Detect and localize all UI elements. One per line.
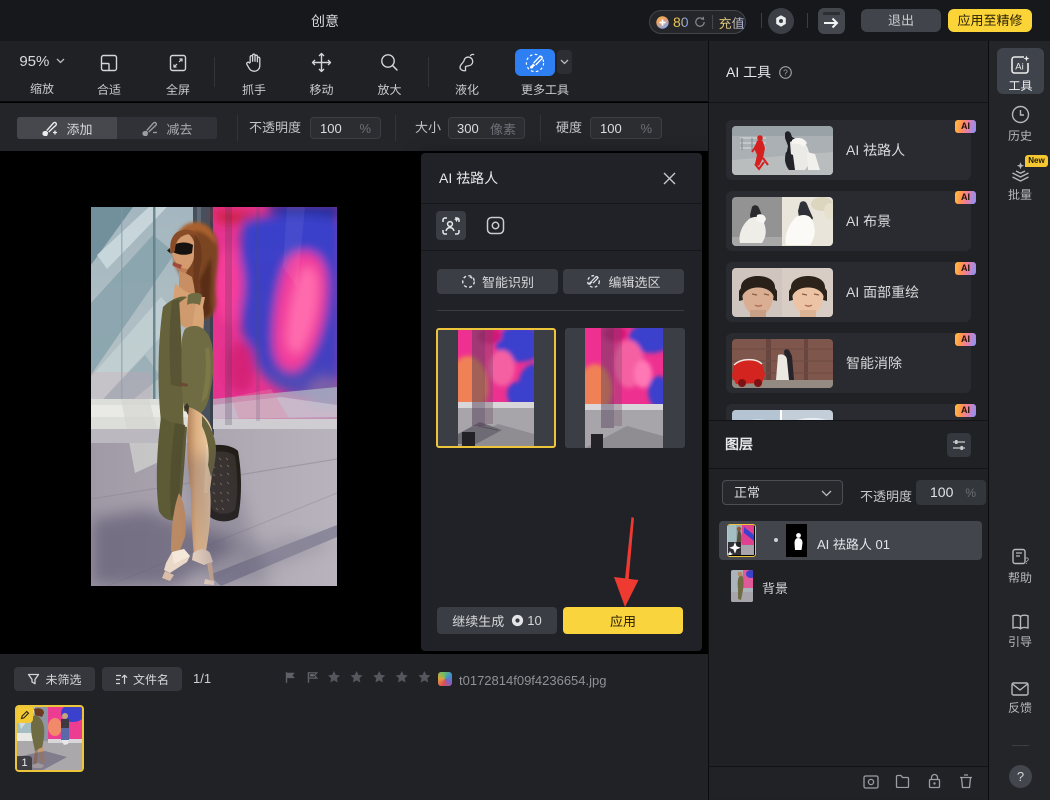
svg-text:?: ? <box>1024 556 1029 566</box>
svg-text:Ai: Ai <box>1015 62 1023 73</box>
svg-text:?: ? <box>783 67 788 77</box>
